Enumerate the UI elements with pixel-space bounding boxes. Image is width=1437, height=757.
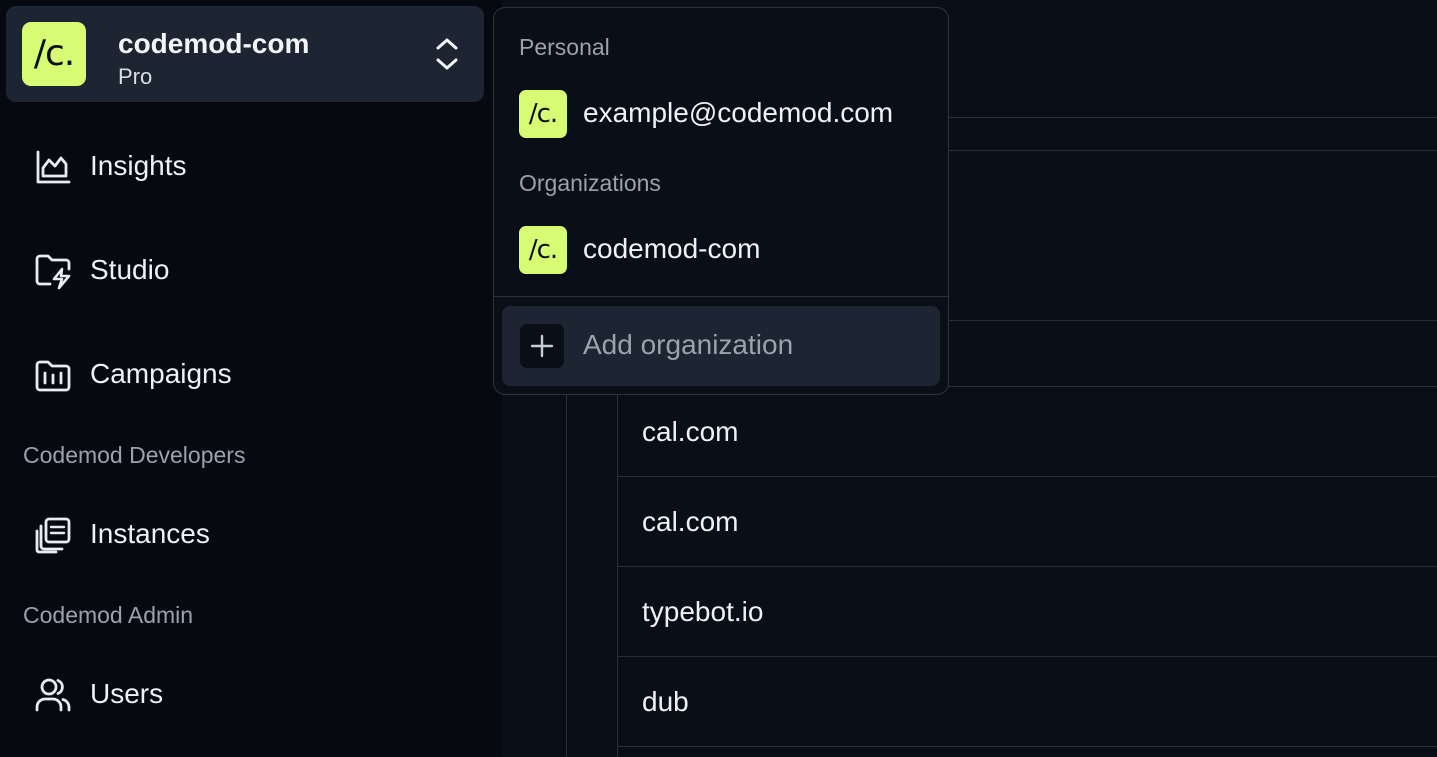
org-switcher-button[interactable]: /c. codemod-com Pro	[6, 6, 484, 102]
chart-icon	[36, 150, 71, 184]
sidebar-item-studio[interactable]: Studio	[0, 240, 490, 300]
add-organization-label: Add organization	[583, 329, 794, 360]
section-title-developers: Codemod Developers	[23, 442, 246, 468]
table-row[interactable]: dub	[642, 686, 689, 718]
app-root: /c. codemod-com Pro Insights Studio Camp…	[0, 0, 1437, 757]
table-row[interactable]: cal.com	[642, 416, 738, 448]
folder-bolt-icon	[35, 254, 71, 290]
org-switcher-dropdown: Personal /c. example@codemod.com Organiz…	[493, 7, 949, 395]
table-row-divider	[618, 476, 1437, 477]
table-row-divider	[618, 566, 1437, 567]
chevron-up-down-icon	[436, 38, 458, 70]
table-row-divider	[618, 746, 1437, 747]
add-organization-button[interactable]: Add organization	[502, 306, 940, 386]
users-icon	[35, 678, 71, 712]
sidebar-item-label: Studio	[90, 254, 170, 285]
folder-chart-icon	[35, 360, 71, 392]
plus-icon	[520, 324, 564, 368]
dropdown-item-personal-account[interactable]: /c. example@codemod.com	[502, 86, 940, 142]
sidebar-item-users[interactable]: Users	[0, 664, 490, 724]
dropdown-item-label: example@codemod.com	[583, 97, 894, 128]
sidebar-item-instances[interactable]: Instances	[0, 504, 490, 564]
sidebar: /c. codemod-com Pro Insights Studio Camp…	[0, 0, 502, 757]
org-name: codemod-com	[118, 28, 310, 59]
org-logo: /c.	[22, 22, 86, 86]
table-row-divider	[618, 656, 1437, 657]
dropdown-section-organizations: Organizations	[519, 170, 661, 196]
org-logo: /c.	[519, 226, 567, 274]
instances-icon	[35, 517, 71, 554]
account-logo: /c.	[519, 90, 567, 138]
dropdown-item-label: codemod-com	[583, 233, 761, 264]
table-row[interactable]: typebot.io	[642, 596, 763, 628]
dropdown-divider	[494, 296, 948, 297]
sidebar-item-insights[interactable]: Insights	[0, 136, 490, 196]
sidebar-item-label: Users	[90, 678, 164, 709]
sidebar-item-label: Campaigns	[90, 358, 232, 389]
sidebar-item-label: Instances	[90, 518, 210, 549]
table-row[interactable]: cal.com	[642, 506, 738, 538]
dropdown-section-personal: Personal	[519, 34, 610, 60]
section-title-admin: Codemod Admin	[23, 602, 194, 628]
tree-line	[566, 386, 567, 757]
sidebar-item-campaigns[interactable]: Campaigns	[0, 344, 490, 404]
sidebar-item-label: Insights	[90, 150, 187, 181]
dropdown-item-organization[interactable]: /c. codemod-com	[502, 222, 940, 278]
org-plan: Pro	[118, 64, 153, 89]
